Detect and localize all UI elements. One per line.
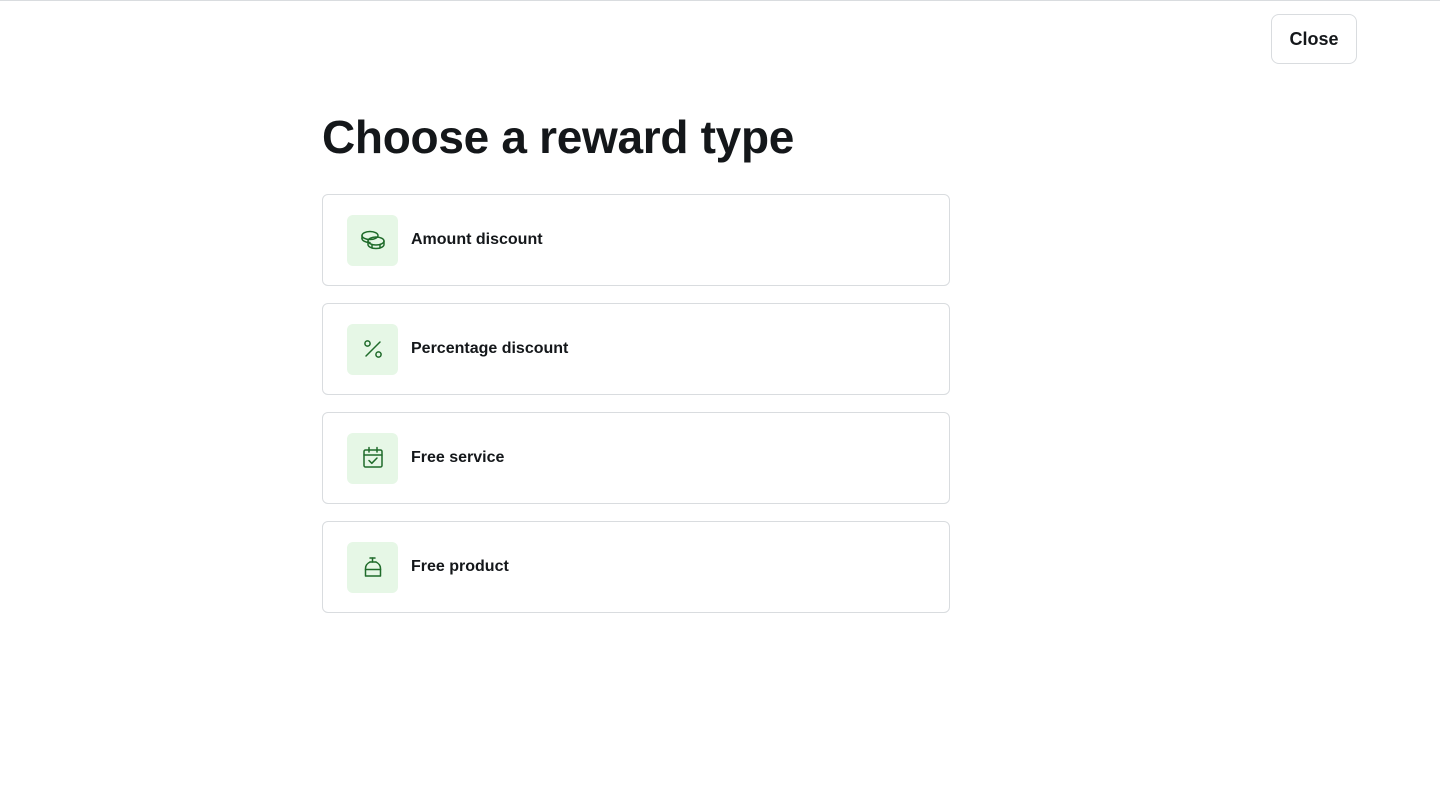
reward-option-free-service[interactable]: Free service xyxy=(322,412,950,504)
reward-option-amount-discount[interactable]: Amount discount xyxy=(322,194,950,286)
calendar-check-icon xyxy=(347,432,398,484)
reward-type-list: Amount discount Percentage discount Free… xyxy=(322,194,950,630)
option-label: Free service xyxy=(411,449,505,466)
close-button[interactable]: Close xyxy=(1271,14,1357,64)
reward-option-percentage-discount[interactable]: Percentage discount xyxy=(322,303,950,395)
bottle-icon xyxy=(347,541,398,593)
option-label: Amount discount xyxy=(411,231,543,248)
reward-option-free-product[interactable]: Free product xyxy=(322,521,950,613)
page-title: Choose a reward type xyxy=(322,111,795,163)
option-label: Percentage discount xyxy=(411,340,569,357)
coins-icon xyxy=(347,214,398,266)
option-label: Free product xyxy=(411,558,509,575)
top-divider xyxy=(0,0,1440,1)
percent-icon xyxy=(347,323,398,375)
